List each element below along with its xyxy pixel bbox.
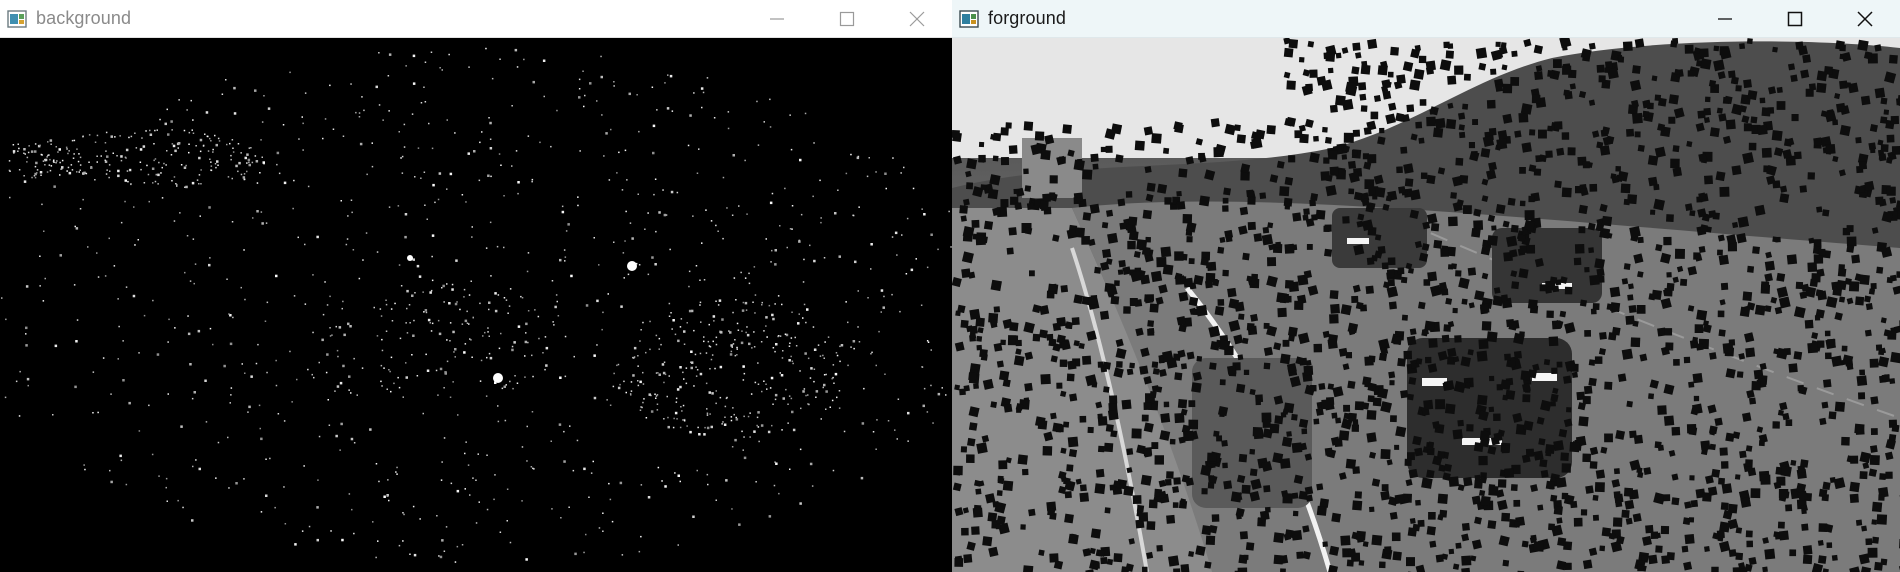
titlebar[interactable]: forground: [952, 0, 1900, 38]
window-title: background: [36, 8, 132, 28]
window-title: forground: [988, 8, 1066, 28]
background-mask-image: [0, 38, 952, 572]
maximize-icon: [1787, 11, 1803, 26]
titlebar[interactable]: background: [0, 0, 952, 38]
window-controls: [742, 0, 952, 37]
maximize-button[interactable]: [812, 0, 882, 37]
maximize-button[interactable]: [1760, 0, 1830, 37]
minimize-icon: [1718, 17, 1732, 20]
maximize-icon: [839, 11, 855, 26]
foreground-grayscale-image: [952, 38, 1900, 572]
window-controls: [1690, 0, 1900, 37]
app-window-icon[interactable]: [6, 9, 28, 29]
foreground-window[interactable]: forground: [952, 0, 1900, 572]
close-icon: [909, 11, 925, 26]
minimize-icon: [770, 17, 784, 20]
background-window[interactable]: background: [0, 0, 952, 572]
app-window-icon[interactable]: [958, 9, 980, 29]
close-button[interactable]: [1830, 0, 1900, 37]
minimize-button[interactable]: [1690, 0, 1760, 37]
close-icon: [1857, 10, 1873, 27]
minimize-button[interactable]: [742, 0, 812, 37]
desktop: background forground: [0, 0, 1900, 572]
close-button[interactable]: [882, 0, 952, 37]
